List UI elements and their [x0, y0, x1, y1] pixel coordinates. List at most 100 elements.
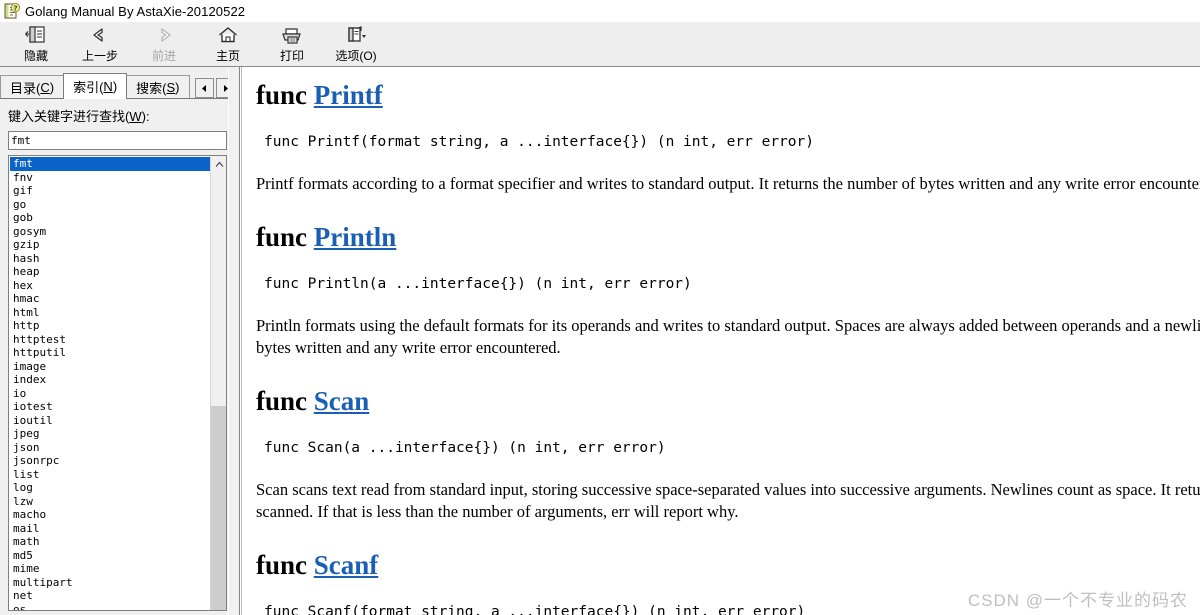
keyword-label-post: ): [141, 109, 150, 124]
options-icon [343, 24, 369, 46]
home-button[interactable]: 主页 [196, 22, 260, 66]
tab-index-label-pre: 索引( [73, 80, 104, 95]
section-heading: func Printf [256, 79, 1200, 111]
list-item[interactable]: gob [10, 211, 210, 225]
function-signature: func Println(a ...interface{}) (n int, e… [264, 276, 692, 292]
list-item[interactable]: multipart [10, 576, 210, 590]
keyword-label: 键入关键字进行查找(W): [8, 106, 150, 125]
back-button[interactable]: 上一步 [68, 22, 132, 66]
tab-search-label-post: ) [175, 80, 180, 95]
list-item[interactable]: md5 [10, 549, 210, 563]
printer-icon [279, 24, 305, 46]
list-item[interactable]: image [10, 360, 210, 374]
home-icon [215, 24, 241, 46]
back-label: 上一步 [81, 49, 118, 63]
tab-search[interactable]: 搜索(S) [126, 75, 190, 99]
help-document-icon: ? [4, 2, 21, 19]
keyword-label-accel: W [129, 109, 142, 124]
list-item[interactable]: json [10, 441, 210, 455]
list-item[interactable]: jsonrpc [10, 454, 210, 468]
list-item[interactable]: hash [10, 252, 210, 266]
pane-splitter[interactable] [228, 67, 240, 615]
chevron-left-icon [201, 84, 206, 92]
function-description: Printf formats according to a format spe… [256, 174, 1200, 193]
list-item[interactable]: math [10, 535, 210, 549]
title-bar: ? Golang Manual By AstaXie-20120522 [0, 0, 1200, 22]
list-item[interactable]: lzw [10, 495, 210, 509]
list-item[interactable]: log [10, 481, 210, 495]
document-body: func Printf func Printf(format string, a … [242, 67, 1200, 615]
function-link[interactable]: Scan [314, 386, 370, 416]
list-item[interactable]: jpeg [10, 427, 210, 441]
list-item[interactable]: ioutil [10, 414, 210, 428]
index-list-scrollbar[interactable] [210, 156, 226, 610]
list-item[interactable]: mail [10, 522, 210, 536]
list-item[interactable]: httputil [10, 346, 210, 360]
list-item[interactable]: io [10, 387, 210, 401]
section-heading: func Scan [256, 385, 1200, 417]
tab-search-accel: S [166, 80, 176, 95]
list-item[interactable]: go [10, 198, 210, 212]
forward-button[interactable]: 前进 [132, 22, 196, 66]
function-signature: func Scanf(format string, a ...interface… [264, 604, 806, 615]
function-description: Scan scans text read from standard input… [256, 480, 1200, 521]
list-item[interactable]: gif [10, 184, 210, 198]
print-button[interactable]: 打印 [260, 22, 324, 66]
list-item[interactable]: html [10, 306, 210, 320]
index-list: fmt fnv gif go gob gosym gzip hash heap hex hmac ht… [9, 156, 210, 611]
list-item[interactable]: http [10, 319, 210, 333]
heading-keyword: func [256, 386, 314, 416]
heading-keyword: func [256, 550, 314, 580]
function-signature: func Scan(a ...interface{}) (n int, err … [264, 440, 666, 456]
tab-contents[interactable]: 目录(C) [0, 75, 65, 99]
tab-search-label-pre: 搜索( [136, 81, 167, 96]
chevron-up-icon [215, 161, 223, 167]
scroll-up-button[interactable] [211, 156, 226, 172]
list-item[interactable]: fnv [10, 171, 210, 185]
svg-text:?: ? [13, 4, 17, 12]
options-button[interactable]: 选项(O) [324, 22, 388, 66]
list-item[interactable]: os [10, 603, 210, 611]
forward-arrow-icon [151, 24, 177, 46]
hide-pane-icon [23, 24, 49, 46]
tab-index[interactable]: 索引(N) [63, 73, 128, 99]
tab-contents-label-pre: 目录( [10, 81, 41, 96]
navigation-pane: 目录(C) 索引(N) 搜索(S) 键入关键字进行查找(W): fmt f… [0, 67, 236, 615]
list-item[interactable]: macho [10, 508, 210, 522]
hide-pane-button[interactable]: 隐藏 [4, 22, 68, 66]
options-label: 选项(O) [335, 49, 377, 63]
list-item[interactable]: gzip [10, 238, 210, 252]
list-item[interactable]: httptest [10, 333, 210, 347]
scrollbar-thumb[interactable] [211, 406, 226, 610]
function-signature: func Printf(format string, a ...interfac… [264, 134, 814, 150]
hide-pane-label: 隐藏 [23, 49, 48, 63]
list-item[interactable]: mime [10, 562, 210, 576]
list-item[interactable]: fmt [10, 157, 210, 171]
list-item[interactable]: list [10, 468, 210, 482]
forward-label: 前进 [151, 49, 176, 63]
home-label: 主页 [215, 49, 240, 63]
nav-tabstrip: 目录(C) 索引(N) 搜索(S) [0, 72, 236, 99]
heading-keyword: func [256, 222, 314, 252]
list-item[interactable]: hex [10, 279, 210, 293]
keyword-label-pre: 键入关键字进行查找( [8, 109, 130, 124]
list-item[interactable]: net [10, 589, 210, 603]
function-link[interactable]: Scanf [314, 550, 379, 580]
function-link[interactable]: Println [314, 222, 397, 252]
content-pane: func Printf func Printf(format string, a … [241, 67, 1200, 615]
tab-index-accel: N [103, 79, 113, 94]
list-item[interactable]: hmac [10, 292, 210, 306]
toolbar: 隐藏 上一步 前进 主页 打印 选项(O) [0, 22, 1200, 67]
list-item[interactable]: gosym [10, 225, 210, 239]
window-title: Golang Manual By AstaXie-20120522 [25, 3, 246, 19]
tab-prev-button[interactable] [194, 78, 214, 98]
list-item[interactable]: iotest [10, 400, 210, 414]
heading-keyword: func [256, 80, 314, 110]
function-link[interactable]: Printf [314, 80, 383, 110]
section-heading: func Println [256, 221, 1200, 253]
list-item[interactable]: heap [10, 265, 210, 279]
tab-index-label-post: ) [112, 79, 118, 94]
keyword-input[interactable] [8, 131, 227, 150]
list-item[interactable]: index [10, 373, 210, 387]
index-listbox[interactable]: fmt fnv gif go gob gosym gzip hash heap hex hmac ht… [8, 155, 227, 611]
